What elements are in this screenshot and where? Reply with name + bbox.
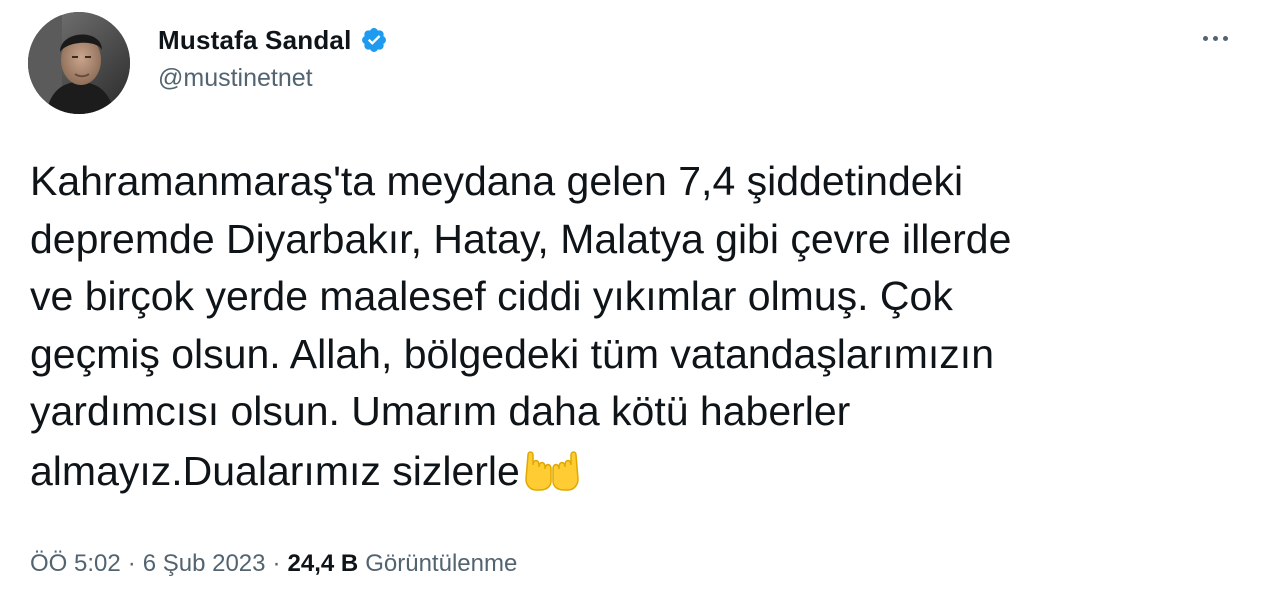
views-label: Görüntülenme [365,550,518,577]
more-dot [1222,35,1228,41]
tweet-line: depremde Diyarbakır, Hatay, Malatya gibi… [30,215,1012,262]
tweet-line: ve birçok yerde maalesef ciddi yıkımlar … [30,273,953,319]
tweet-card: Mustafa Sandal @mustinetnet Kahramanmara… [0,0,1280,601]
meta-separator: · [127,550,136,577]
tweet-meta: ÖÖ 5:02 · 6 Şub 2023 · 24,4 B Görüntülen… [30,546,517,582]
more-horizontal-icon [1202,35,1208,41]
tweet-line: Kahramanmaraş'ta meydana gelen 7,4 şidde… [30,158,964,204]
avatar[interactable] [28,12,130,114]
more-options-button[interactable] [1190,20,1240,56]
author-handle[interactable]: @mustinetnet [158,64,313,93]
author-name-row: Mustafa Sandal [158,22,388,58]
tweet-date[interactable]: 6 Şub 2023 [143,550,266,578]
avatar-photo-icon [28,12,130,114]
meta-separator: · [272,550,281,577]
views-count: 24,4 B [287,550,359,577]
tweet-text: Kahramanmaraş'ta meydana gelen 7,4 şidde… [30,153,1260,500]
tweet-time[interactable]: ÖÖ 5:02 [30,550,121,578]
tweet-line: almayız.Dualarımız sizlerle [30,447,520,494]
author-name[interactable]: Mustafa Sandal [158,25,352,56]
palms-up-together-icon [522,441,582,491]
tweet-line: geçmiş olsun. Allah, bölgedeki tüm vatan… [30,330,995,377]
tweet-line: yardımcısı olsun. Umarım daha kötü haber… [30,388,851,434]
more-dot [1212,35,1218,41]
verified-badge-icon [360,26,388,54]
